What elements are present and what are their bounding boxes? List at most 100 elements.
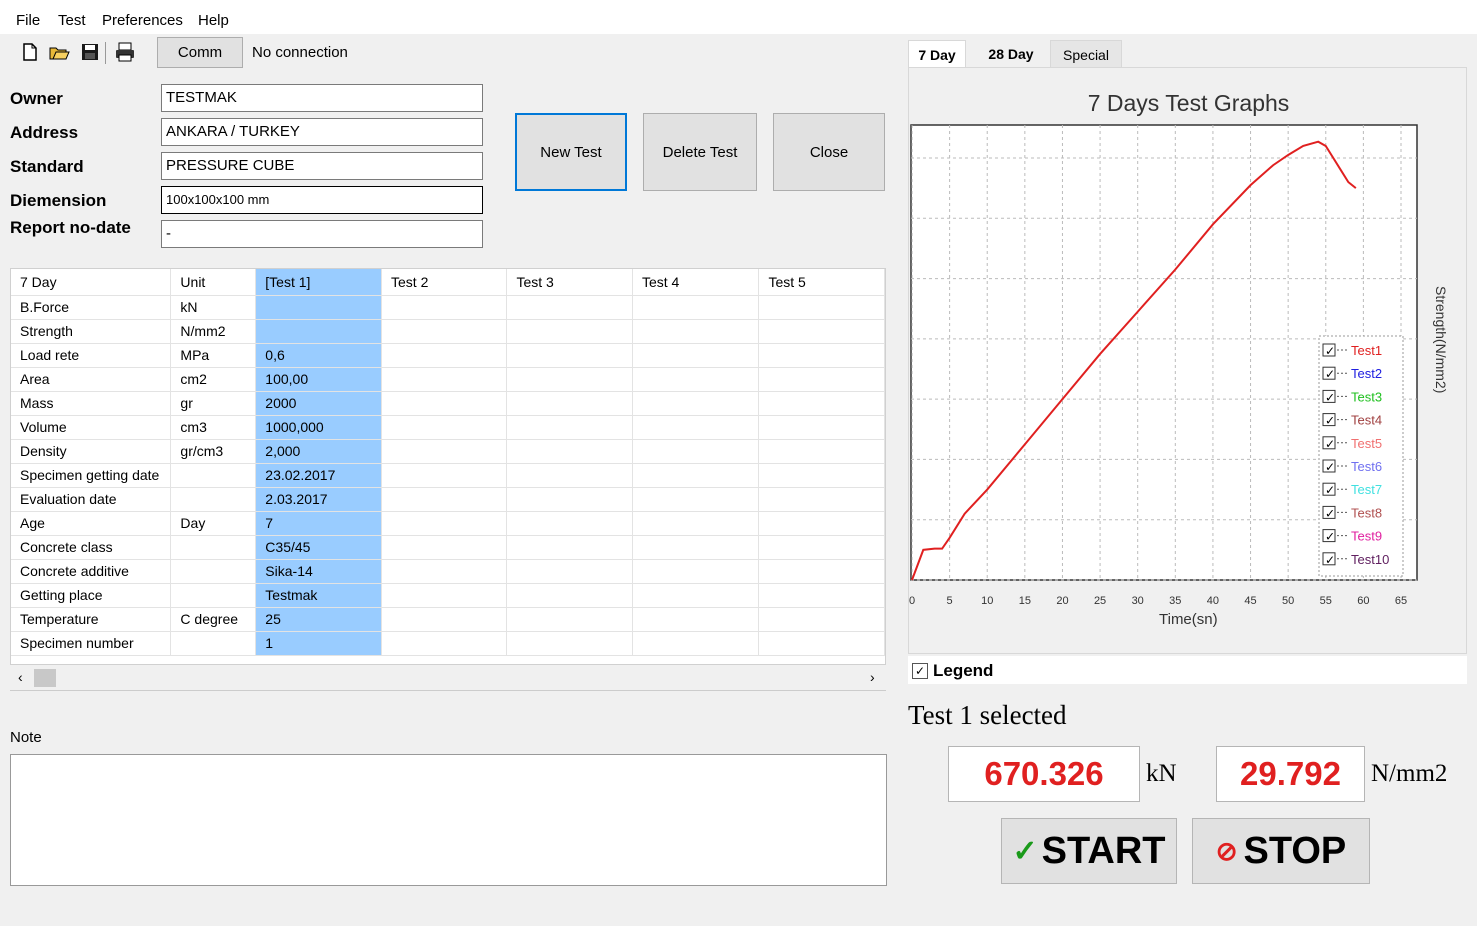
table-cell[interactable] xyxy=(632,463,760,488)
table-cell[interactable] xyxy=(381,583,508,608)
scroll-left-icon[interactable]: ‹ xyxy=(18,669,23,685)
standard-field[interactable]: PRESSURE CUBE xyxy=(161,152,483,180)
table-cell[interactable]: 2.03.2017 xyxy=(255,487,382,512)
table-cell[interactable]: 100,00 xyxy=(255,367,382,392)
table-cell[interactable]: 25 xyxy=(255,607,382,632)
table-cell[interactable] xyxy=(758,487,885,512)
tab-7-day[interactable]: 7 Day xyxy=(908,40,966,69)
table-cell[interactable]: C35/45 xyxy=(255,535,382,560)
table-cell[interactable] xyxy=(381,631,508,656)
table-cell[interactable] xyxy=(632,415,760,440)
table-cell[interactable] xyxy=(758,559,885,584)
table-cell[interactable] xyxy=(758,535,885,560)
table-cell[interactable] xyxy=(506,511,633,536)
menu-help[interactable]: Help xyxy=(198,12,229,29)
table-cell[interactable] xyxy=(381,367,508,392)
table-cell[interactable] xyxy=(758,367,885,392)
table-cell[interactable] xyxy=(758,391,885,416)
table-cell[interactable]: 2000 xyxy=(255,391,382,416)
table-cell[interactable] xyxy=(758,439,885,464)
column-header[interactable]: Test 2 xyxy=(381,269,508,296)
column-header[interactable]: Test 5 xyxy=(758,269,885,296)
table-cell[interactable]: 1 xyxy=(255,631,382,656)
table-cell[interactable] xyxy=(758,415,885,440)
table-cell[interactable] xyxy=(632,367,760,392)
table-cell[interactable]: Testmak xyxy=(255,583,382,608)
table-cell[interactable] xyxy=(758,583,885,608)
table-cell[interactable] xyxy=(632,295,760,320)
delete-test-button[interactable]: Delete Test xyxy=(643,113,757,191)
table-cell[interactable] xyxy=(381,487,508,512)
new-file-icon[interactable] xyxy=(20,42,40,62)
table-cell[interactable] xyxy=(381,511,508,536)
new-test-button[interactable]: New Test xyxy=(515,113,627,191)
menu-preferences[interactable]: Preferences xyxy=(102,12,183,29)
table-cell[interactable] xyxy=(506,391,633,416)
table-cell[interactable] xyxy=(632,487,760,512)
table-cell[interactable] xyxy=(381,607,508,632)
table-cell[interactable] xyxy=(632,559,760,584)
table-cell[interactable] xyxy=(381,343,508,368)
table-cell[interactable] xyxy=(632,391,760,416)
table-cell[interactable] xyxy=(381,295,508,320)
column-header[interactable]: [Test 1] xyxy=(255,269,382,296)
table-cell[interactable] xyxy=(632,631,760,656)
table-cell[interactable]: 0,6 xyxy=(255,343,382,368)
table-cell[interactable] xyxy=(506,343,633,368)
print-icon[interactable] xyxy=(114,42,134,62)
table-cell[interactable] xyxy=(758,607,885,632)
save-icon[interactable] xyxy=(80,42,100,62)
table-cell[interactable] xyxy=(758,319,885,344)
note-textarea[interactable] xyxy=(10,754,887,886)
comm-button[interactable]: Comm xyxy=(157,37,243,68)
table-cell[interactable] xyxy=(506,535,633,560)
address-field[interactable]: ANKARA / TURKEY xyxy=(161,118,483,146)
stop-button[interactable]: ⊘ STOP xyxy=(1192,818,1370,884)
table-cell[interactable] xyxy=(758,463,885,488)
table-cell[interactable] xyxy=(758,295,885,320)
tab-special[interactable]: Special xyxy=(1050,40,1122,70)
dimension-field[interactable]: 100x100x100 mm xyxy=(161,186,483,214)
table-cell[interactable] xyxy=(506,583,633,608)
tab-28-day[interactable]: 28 Day xyxy=(978,40,1044,68)
menu-test[interactable]: Test xyxy=(58,12,86,29)
table-cell[interactable]: 1000,000 xyxy=(255,415,382,440)
table-cell[interactable] xyxy=(758,631,885,656)
scroll-thumb[interactable] xyxy=(34,669,56,687)
table-cell[interactable]: 7 xyxy=(255,511,382,536)
table-cell[interactable]: 2,000 xyxy=(255,439,382,464)
owner-field[interactable]: TESTMAK xyxy=(161,84,483,112)
table-cell[interactable] xyxy=(506,559,633,584)
table-cell[interactable] xyxy=(381,463,508,488)
table-cell[interactable] xyxy=(381,559,508,584)
table-cell[interactable] xyxy=(632,583,760,608)
table-cell[interactable] xyxy=(632,343,760,368)
table-cell[interactable] xyxy=(506,319,633,344)
table-cell[interactable] xyxy=(506,415,633,440)
table-cell[interactable]: Sika-14 xyxy=(255,559,382,584)
report-field[interactable]: - xyxy=(161,220,483,248)
table-cell[interactable] xyxy=(506,367,633,392)
close-button[interactable]: Close xyxy=(773,113,885,191)
column-header[interactable]: Test 3 xyxy=(506,269,633,296)
table-cell[interactable] xyxy=(758,511,885,536)
table-cell[interactable] xyxy=(632,535,760,560)
column-header[interactable]: Test 4 xyxy=(632,269,760,296)
table-cell[interactable] xyxy=(381,319,508,344)
table-cell[interactable] xyxy=(381,391,508,416)
table-cell[interactable] xyxy=(255,319,382,344)
scroll-right-icon[interactable]: › xyxy=(870,669,875,685)
table-cell[interactable] xyxy=(506,487,633,512)
table-cell[interactable] xyxy=(632,439,760,464)
table-cell[interactable] xyxy=(381,535,508,560)
table-cell[interactable]: 23.02.2017 xyxy=(255,463,382,488)
table-cell[interactable] xyxy=(632,607,760,632)
table-cell[interactable] xyxy=(632,319,760,344)
table-cell[interactable] xyxy=(381,415,508,440)
table-cell[interactable] xyxy=(255,295,382,320)
table-cell[interactable] xyxy=(506,463,633,488)
table-cell[interactable] xyxy=(758,343,885,368)
open-folder-icon[interactable] xyxy=(48,42,70,62)
table-cell[interactable] xyxy=(381,439,508,464)
menu-file[interactable]: File xyxy=(16,12,40,29)
